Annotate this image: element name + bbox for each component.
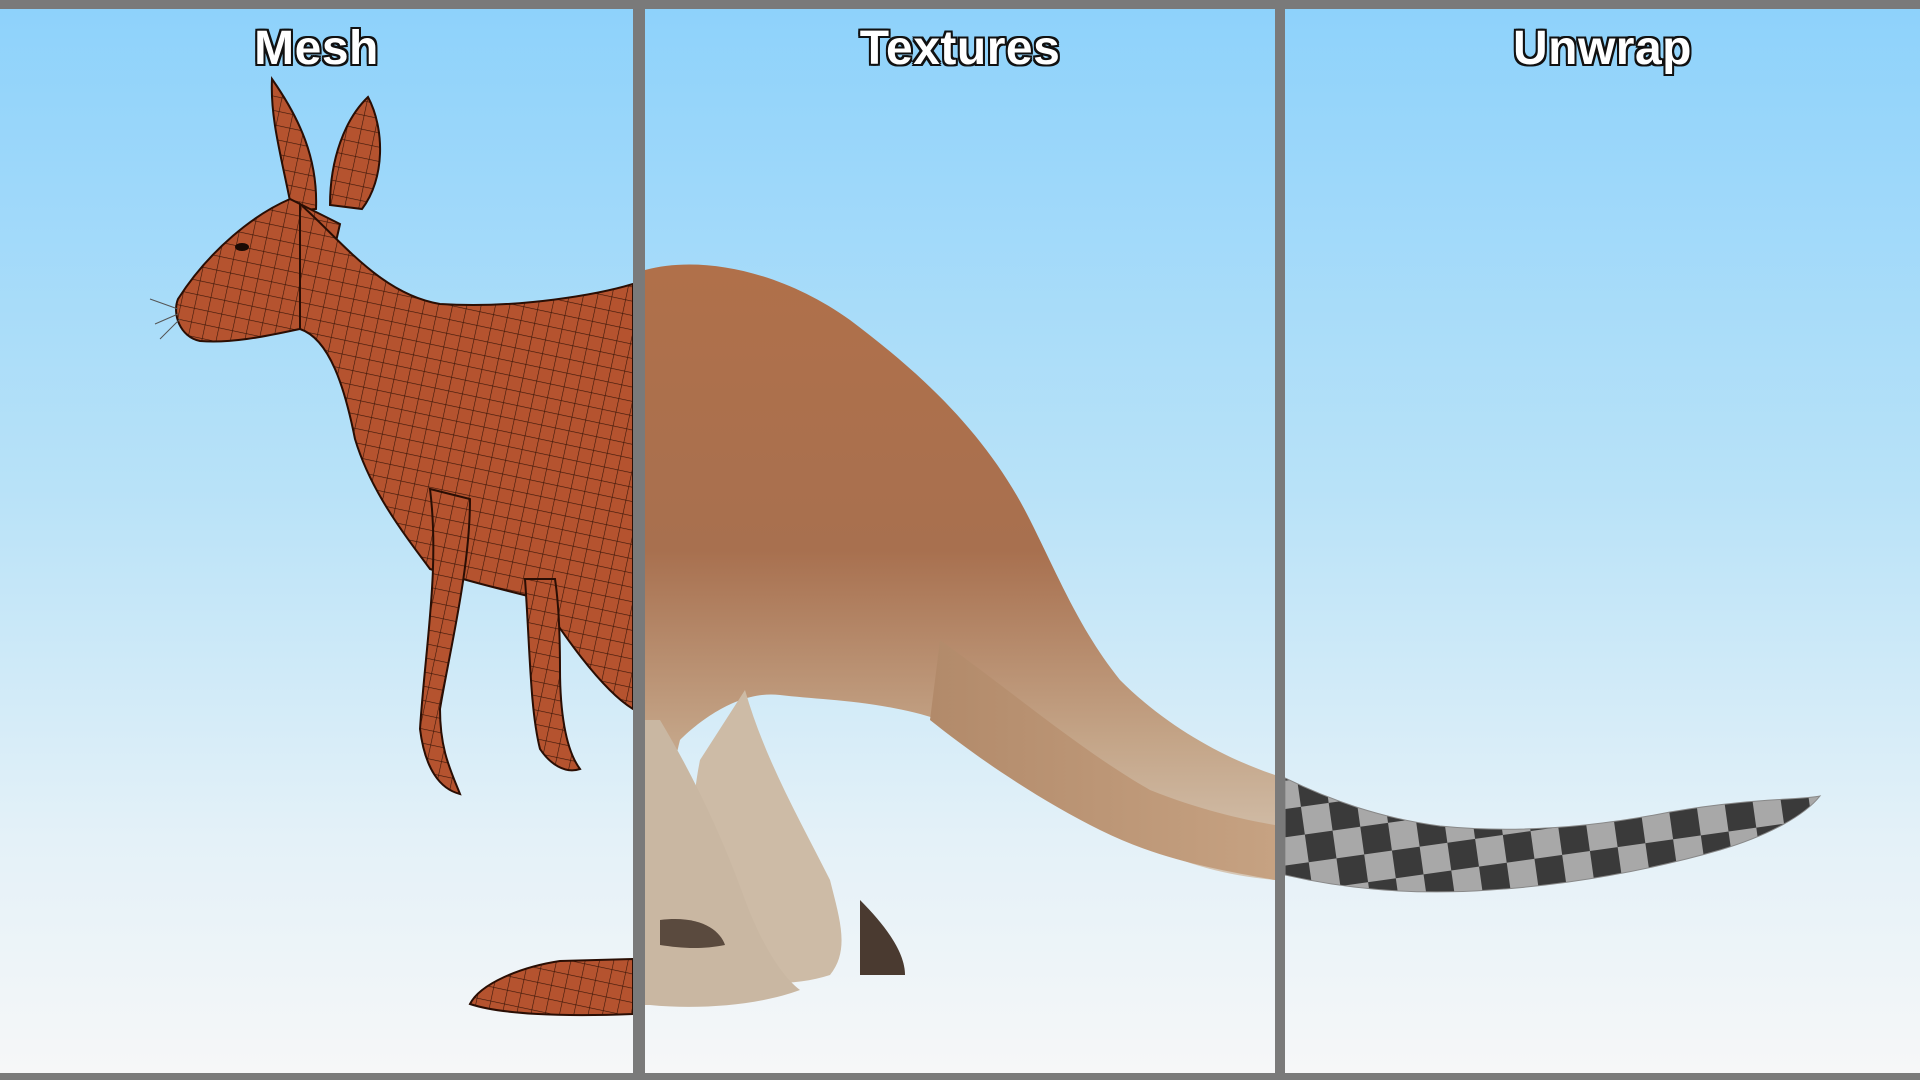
unwrap-panel: Unwrap bbox=[1285, 9, 1920, 1073]
textures-title: Textures bbox=[859, 22, 1061, 75]
unwrap-title: Unwrap bbox=[1512, 22, 1692, 75]
kangaroo-textured-render bbox=[645, 264, 1275, 1007]
kangaroo-mesh-render bbox=[149, 76, 633, 1017]
textures-panel: Textures bbox=[645, 9, 1275, 1073]
mesh-panel: Mesh bbox=[0, 9, 633, 1073]
comparison-image: Mesh Textures Unwrap bbox=[0, 0, 1920, 1080]
kangaroo-uv-checker-render bbox=[1285, 777, 1822, 893]
mesh-title: Mesh bbox=[254, 22, 379, 75]
